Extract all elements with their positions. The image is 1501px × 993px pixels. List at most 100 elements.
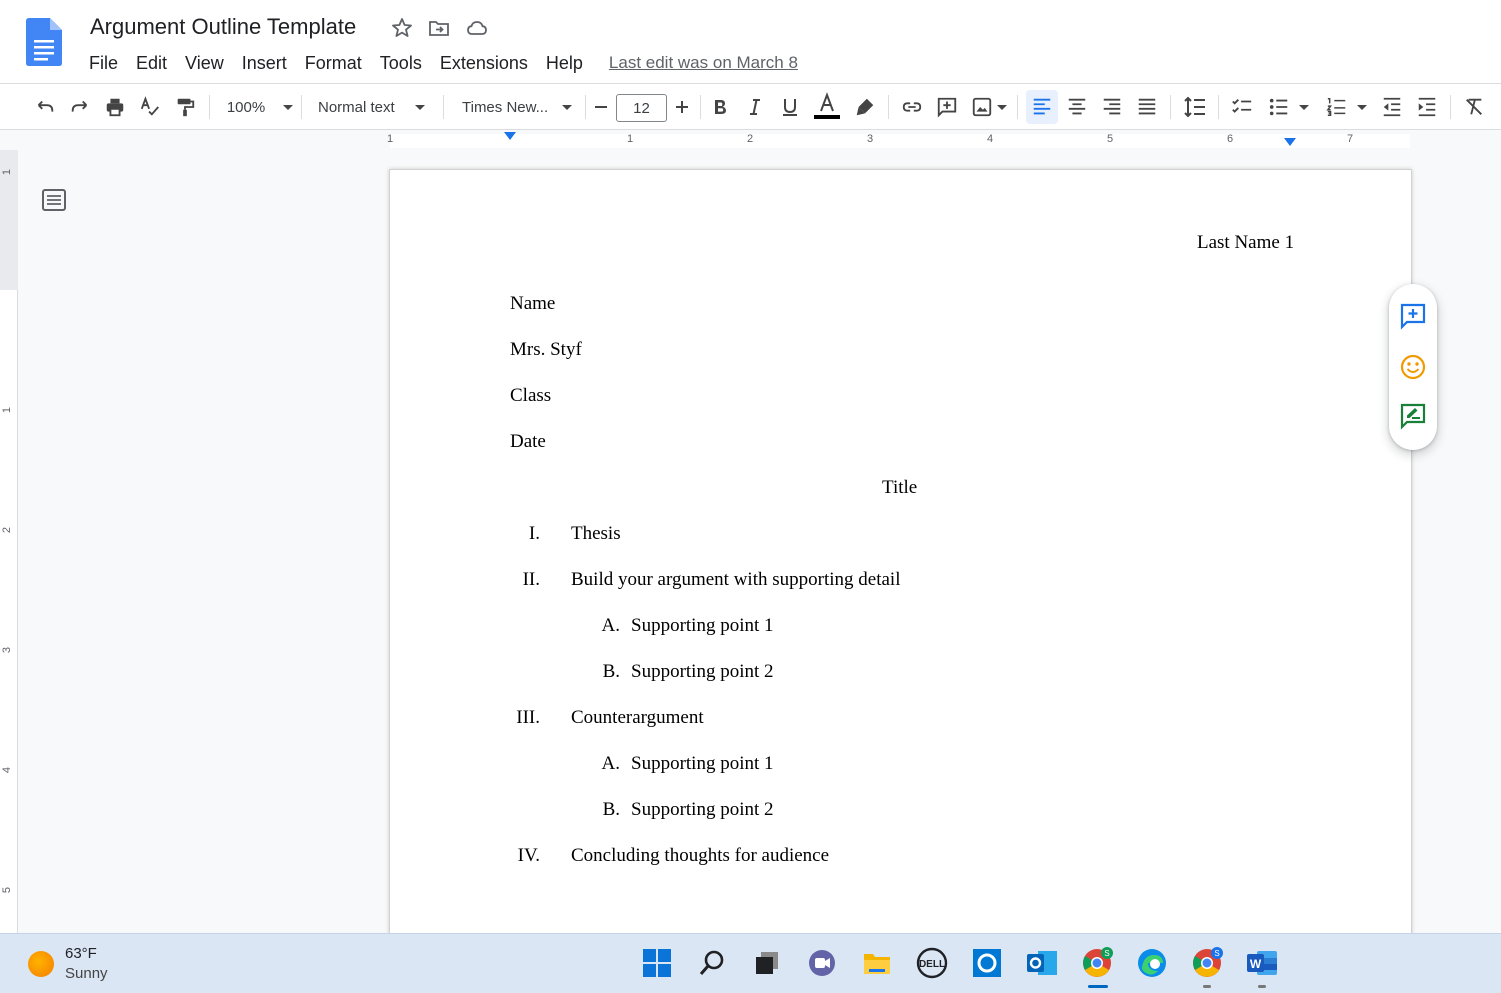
- search-icon[interactable]: [695, 946, 729, 980]
- menu-extensions[interactable]: Extensions: [440, 53, 528, 74]
- align-right-button[interactable]: [1097, 84, 1127, 130]
- left-indent-marker[interactable]: [504, 132, 516, 140]
- chevron-down-icon: [1356, 104, 1367, 110]
- emoji-reaction-icon[interactable]: [1399, 353, 1427, 381]
- edge-icon[interactable]: [1135, 946, 1169, 980]
- bulleted-list-button[interactable]: [1263, 84, 1313, 130]
- outline-subitem[interactable]: Supporting point 1: [631, 615, 774, 637]
- document-page[interactable]: Last Name 1 Name Mrs. Styf Class Date Ti…: [390, 170, 1411, 950]
- clear-formatting-button[interactable]: [1459, 84, 1489, 130]
- last-edit-link[interactable]: Last edit was on March 8: [609, 53, 798, 73]
- heading-date[interactable]: Date: [510, 431, 546, 453]
- chrome-icon[interactable]: S: [1080, 946, 1114, 980]
- chevron-down-icon: [562, 104, 573, 110]
- essay-title[interactable]: Title: [882, 477, 917, 499]
- menu-help[interactable]: Help: [546, 53, 583, 74]
- outlook-icon[interactable]: [1025, 946, 1059, 980]
- redo-button[interactable]: [65, 84, 95, 130]
- menu-edit[interactable]: Edit: [136, 53, 167, 74]
- undo-button[interactable]: [30, 84, 60, 130]
- svg-text:W: W: [1250, 957, 1262, 971]
- cloud-saved-icon[interactable]: [465, 16, 489, 40]
- menu-view[interactable]: View: [185, 53, 224, 74]
- right-indent-marker[interactable]: [1284, 138, 1296, 146]
- decrease-font-size-button[interactable]: [588, 84, 614, 130]
- underline-button[interactable]: [776, 84, 804, 130]
- outline-item[interactable]: Build your argument with supporting deta…: [571, 569, 900, 591]
- heading-name[interactable]: Name: [510, 293, 555, 315]
- suggest-edits-icon[interactable]: [1399, 402, 1427, 430]
- document-outline-icon[interactable]: [40, 186, 68, 214]
- undo-icon: [37, 100, 54, 112]
- svg-text:DELL: DELL: [919, 959, 945, 970]
- menu-insert[interactable]: Insert: [242, 53, 287, 74]
- running-app-indicator: [1203, 985, 1211, 988]
- bold-button[interactable]: [706, 84, 734, 130]
- heading-class[interactable]: Class: [510, 385, 551, 407]
- increase-indent-button[interactable]: [1412, 84, 1442, 130]
- vertical-ruler[interactable]: 1 1 2 3 4 5: [0, 150, 18, 933]
- windows-start-icon[interactable]: [640, 946, 674, 980]
- outline-subitem[interactable]: Supporting point 2: [631, 799, 774, 821]
- task-view-icon[interactable]: [750, 946, 784, 980]
- weather-description[interactable]: Sunny: [65, 965, 108, 982]
- bulleted-list-icon: [1269, 98, 1287, 116]
- outline-item[interactable]: Concluding thoughts for audience: [571, 845, 829, 867]
- checklist-button[interactable]: [1227, 84, 1257, 130]
- zoom-select[interactable]: 100%: [224, 84, 296, 130]
- outline-marker: A.: [601, 615, 620, 636]
- align-left-icon: [1033, 98, 1051, 115]
- decrease-indent-icon: [1383, 97, 1401, 117]
- font-family-select[interactable]: Times New...: [462, 84, 578, 130]
- horizontal-ruler[interactable]: 1 1 2 3 4 5 6 7: [0, 130, 1501, 150]
- sun-icon[interactable]: [28, 951, 54, 977]
- checklist-icon: [1232, 99, 1252, 113]
- svg-text:S: S: [1214, 949, 1219, 958]
- docs-header: Argument Outline Template File Edit View…: [0, 0, 1501, 84]
- page-header-text[interactable]: Last Name 1: [1197, 232, 1294, 254]
- menu-file[interactable]: File: [89, 53, 118, 74]
- menu-format[interactable]: Format: [305, 53, 362, 74]
- justify-button[interactable]: [1132, 84, 1162, 130]
- font-size-input[interactable]: 12: [616, 94, 667, 122]
- highlight-color-button[interactable]: [850, 84, 880, 130]
- spellcheck-button[interactable]: [135, 84, 165, 130]
- outline-item[interactable]: Thesis: [571, 523, 621, 545]
- decrease-indent-button[interactable]: [1377, 84, 1407, 130]
- file-explorer-icon[interactable]: [860, 946, 894, 980]
- paint-format-button[interactable]: [170, 84, 200, 130]
- line-spacing-button[interactable]: [1179, 84, 1211, 130]
- numbered-list-button[interactable]: [1321, 84, 1371, 130]
- outline-item[interactable]: Counterargument: [571, 707, 704, 729]
- print-button[interactable]: [100, 84, 130, 130]
- paragraph-style-select[interactable]: Normal text: [318, 84, 434, 130]
- increase-font-size-button[interactable]: [669, 84, 695, 130]
- outline-subitem[interactable]: Supporting point 1: [631, 753, 774, 775]
- heading-teacher[interactable]: Mrs. Styf: [510, 339, 582, 361]
- ruler-number: 1: [1, 168, 14, 176]
- align-center-button[interactable]: [1062, 84, 1092, 130]
- cortana-icon[interactable]: [970, 946, 1004, 980]
- ruler-number: 3: [1, 646, 14, 654]
- numbered-list-icon: [1325, 98, 1345, 116]
- word-icon[interactable]: W: [1245, 946, 1279, 980]
- teams-chat-icon[interactable]: [805, 946, 839, 980]
- weather-temperature[interactable]: 63°F: [65, 945, 97, 962]
- move-folder-icon[interactable]: [427, 16, 451, 40]
- menu-tools[interactable]: Tools: [380, 53, 422, 74]
- text-color-button[interactable]: [812, 84, 842, 130]
- star-icon[interactable]: [390, 16, 414, 40]
- outline-marker: I.: [528, 523, 540, 544]
- align-left-button[interactable]: [1026, 90, 1058, 124]
- google-docs-icon[interactable]: [26, 18, 62, 66]
- insert-comment-button[interactable]: [932, 84, 962, 130]
- document-title[interactable]: Argument Outline Template: [90, 14, 356, 40]
- spellcheck-icon: [140, 96, 159, 116]
- add-comment-icon[interactable]: [1399, 302, 1427, 330]
- outline-subitem[interactable]: Supporting point 2: [631, 661, 774, 683]
- dell-icon[interactable]: DELL: [915, 946, 949, 980]
- insert-image-button[interactable]: [967, 84, 1011, 130]
- chrome-profile-icon[interactable]: S: [1190, 946, 1224, 980]
- insert-link-button[interactable]: [897, 84, 927, 130]
- italic-button[interactable]: [741, 84, 769, 130]
